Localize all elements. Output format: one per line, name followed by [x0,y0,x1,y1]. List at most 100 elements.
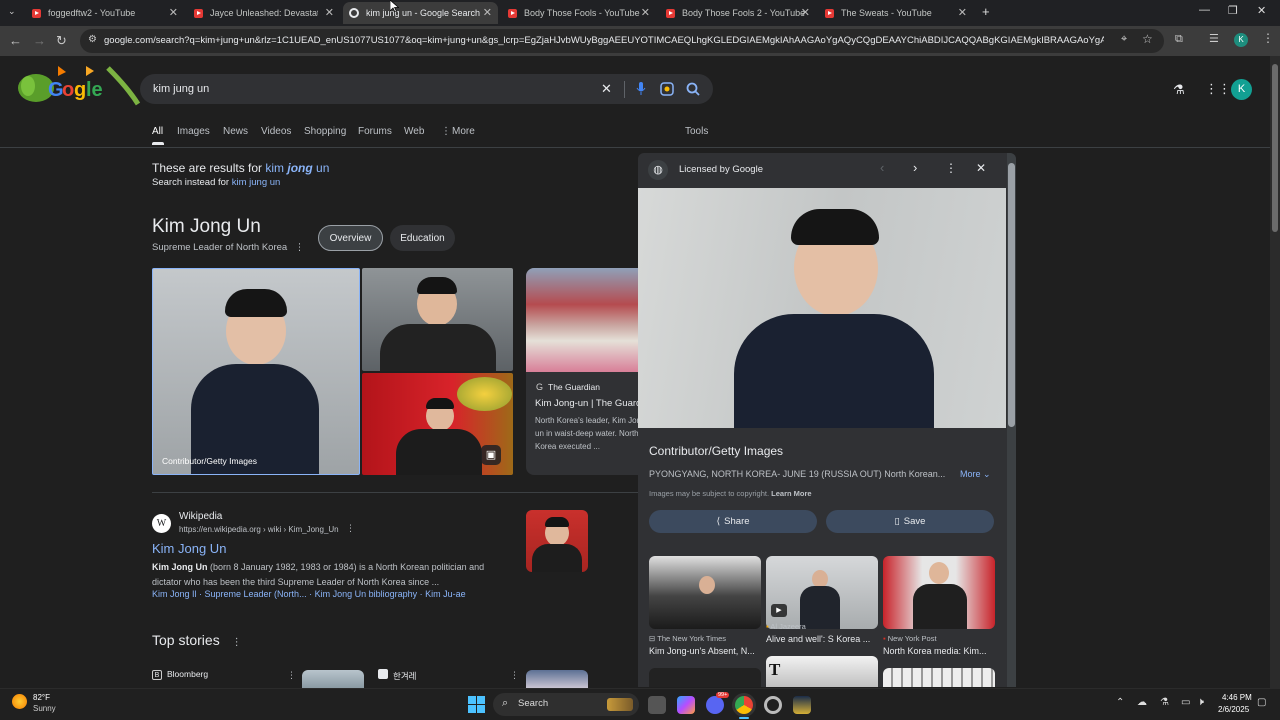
settings-gear-icon[interactable] [764,696,782,714]
result-options-icon[interactable]: ⋮ [346,523,355,534]
close-tab-icon[interactable]: ✕ [801,6,810,19]
page-scrollbar-thumb[interactable] [1272,64,1278,232]
chip-education[interactable]: Education [390,225,455,251]
corrected-query-link[interactable]: kim jong un [265,161,329,175]
related-image[interactable]: ▶ [766,556,878,629]
top-stories-options-icon[interactable]: ⋮ [232,637,242,648]
restore-icon[interactable]: ❐ [1228,4,1238,17]
related-title[interactable]: Kim Jong-un's Absent, N... [649,646,755,656]
forward-icon[interactable]: → [33,33,46,48]
next-image-icon[interactable]: › [913,160,917,175]
nav-all[interactable]: All [152,126,163,137]
related-title[interactable]: North Korea media: Kim... [883,646,987,656]
related-image[interactable] [883,556,995,629]
entity-image-3[interactable]: ▣ [362,373,513,475]
browser-tab[interactable]: Body Those Fools - YouTube ✕ [502,2,656,24]
browser-menu-icon[interactable]: ⋮ [1262,31,1274,45]
clear-search-icon[interactable]: ✕ [601,81,612,97]
nav-news[interactable]: News [223,126,248,137]
extensions-icon[interactable]: ⧉ [1175,33,1183,46]
guardian-card[interactable]: G The Guardian Kim Jong-un | The Guardia… [526,268,638,475]
google-doodle-logo[interactable]: G o g le [8,58,144,110]
related-title[interactable]: Alive and well': S Korea ... [766,634,870,644]
description-more-button[interactable]: More ⌄ [960,469,991,480]
preview-image[interactable] [638,188,1006,428]
close-tab-icon[interactable]: ✕ [958,6,967,19]
search-icon[interactable] [686,82,700,96]
nav-shopping[interactable]: Shopping [304,126,346,137]
lens-search-icon[interactable] [660,82,674,96]
account-avatar[interactable]: K [1231,79,1252,100]
browser-tab[interactable]: foggedftw2 - YouTube ✕ [26,2,184,24]
story-thumbnail[interactable] [302,670,364,688]
nav-videos[interactable]: Videos [261,126,291,137]
related-image[interactable] [649,668,761,687]
minimize-icon[interactable]: — [1199,4,1210,16]
story-options-icon[interactable]: ⋮ [510,670,519,681]
panel-scrollbar[interactable] [1007,153,1016,687]
address-bar[interactable]: ⚙ google.com/search?q=kim+jung+un&rlz=1C… [80,29,1164,53]
nav-more[interactable]: More [452,126,475,137]
back-icon[interactable]: ← [9,33,22,48]
result-sitelinks[interactable]: Kim Jong Il · Supreme Leader (North... ·… [152,589,466,599]
browser-tab[interactable]: The Sweats - YouTube ✕ [819,2,973,24]
close-tab-icon[interactable]: ✕ [325,6,334,19]
browser-tab[interactable]: Body Those Fools 2 - YouTube ✕ [660,2,816,24]
panel-options-icon[interactable]: ⋮ [945,161,957,175]
chrome-icon[interactable] [735,696,753,714]
close-panel-icon[interactable]: ✕ [976,161,986,175]
close-window-icon[interactable]: ✕ [1257,4,1266,17]
apps-grid-icon[interactable]: ⋮⋮ [1205,81,1231,97]
labs-flask-icon[interactable]: ⚗ [1173,82,1185,98]
related-image[interactable] [649,556,761,629]
profile-avatar[interactable]: K [1234,33,1248,47]
location-icon[interactable]: ⌖ [1121,33,1127,46]
app-icon[interactable] [793,696,811,714]
network-icon[interactable]: ▭ [1181,697,1190,708]
tab-search-chevron-icon[interactable]: ⌄ [8,6,16,17]
related-image[interactable]: T [766,656,878,687]
copilot-icon[interactable] [677,696,695,714]
preview-credit[interactable]: Contributor/Getty Images [649,444,783,458]
nav-web[interactable]: Web [404,126,424,137]
learn-more-link[interactable]: Learn More [771,489,811,498]
main-entity-image[interactable]: Contributor/Getty Images [152,268,360,475]
story-options-icon[interactable]: ⋮ [287,670,296,681]
discord-icon[interactable] [706,696,724,714]
chip-overview[interactable]: Overview [318,225,383,251]
more-menu-icon[interactable]: ⋮ [441,126,451,137]
volume-icon[interactable]: 🕨 [1197,696,1204,709]
result-title-link[interactable]: Kim Jong Un [152,541,226,556]
close-tab-icon[interactable]: ✕ [483,6,492,19]
story-thumbnail[interactable] [526,670,588,688]
previous-image-icon[interactable]: ‹ [880,160,884,175]
guardian-title[interactable]: Kim Jong-un | The Guardian [535,398,638,409]
clock-time[interactable]: 4:46 PM [1222,693,1252,702]
close-tab-icon[interactable]: ✕ [641,6,650,19]
original-query-link[interactable]: kim jung un [232,177,281,188]
tray-icon[interactable]: ☁ [1137,697,1147,708]
reload-icon[interactable]: ↻ [56,33,67,49]
wikipedia-thumbnail[interactable] [526,510,588,572]
close-tab-icon[interactable]: ✕ [169,6,178,19]
voice-search-icon[interactable] [636,82,646,96]
windows-start-icon[interactable] [468,696,485,713]
panel-scrollbar-thumb[interactable] [1008,163,1015,427]
bookmark-star-icon[interactable]: ☆ [1142,32,1153,46]
share-button[interactable]: ⟨ Share [649,510,817,533]
nav-tools[interactable]: Tools [685,126,708,137]
browser-tab[interactable]: Jayce Unleashed: Devastating 3 ✕ [188,2,340,24]
reading-list-icon[interactable]: ☰ [1209,32,1219,45]
nav-forums[interactable]: Forums [358,126,392,137]
entity-image-2[interactable] [362,268,513,371]
entity-options-icon[interactable]: ⋮ [295,242,305,253]
notification-center-icon[interactable]: ▢ [1257,697,1266,708]
related-image[interactable] [883,668,995,687]
site-info-icon[interactable]: ⚙ [88,34,97,45]
new-tab-icon[interactable]: + [982,4,990,19]
weather-icon[interactable] [12,694,27,709]
video-play-icon[interactable]: ▶ [771,604,787,617]
nav-images[interactable]: Images [177,126,210,137]
search-input[interactable]: kim jung un ✕ [140,74,713,104]
taskbar-search[interactable]: ⌕ Search [493,693,639,716]
